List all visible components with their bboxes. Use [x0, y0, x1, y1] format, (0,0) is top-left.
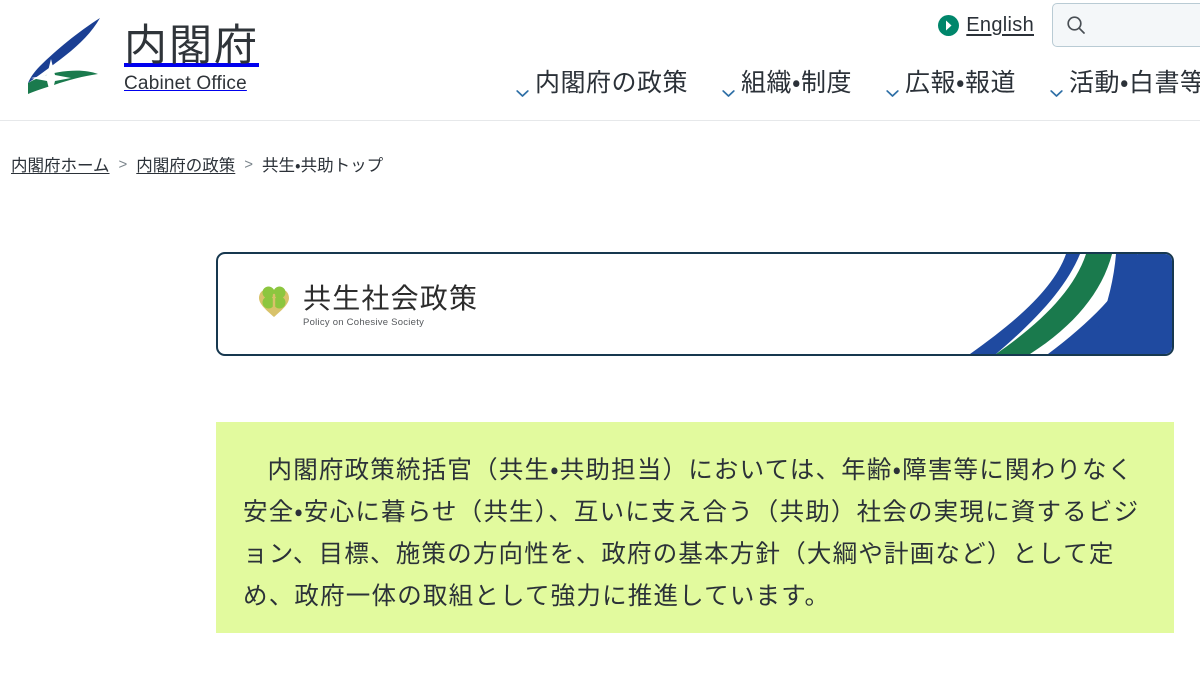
breadcrumb-separator: > [244, 155, 254, 173]
nav-item-organization[interactable]: 組織・制度 [722, 63, 852, 99]
brand-name-ja: 内閣府 [124, 21, 259, 70]
nav-item-label: 組織・制度 [741, 69, 853, 97]
brand-name-en: Cabinet Office [124, 72, 247, 94]
breadcrumb-item-home[interactable]: 内閣府ホーム [11, 152, 110, 176]
breadcrumb-item-current: 共生・共助トップ [262, 157, 384, 175]
lead-text-box: 内閣府政策統括官（共生・共助担当）においては、年齢・障害等に関わりなく安全・安心… [216, 422, 1174, 633]
nav-item-public-relations[interactable]: 広報・報道 [886, 63, 1016, 99]
nav-item-label: 広報・報道 [905, 69, 1017, 97]
banner-title-ja: 共生社会政策 [303, 283, 479, 314]
chevron-down-icon [722, 76, 735, 97]
chevron-down-icon [516, 76, 529, 97]
header-utility-bar: English [938, 3, 1200, 47]
banner-titles: 共生社会政策 Policy on Cohesive Society [303, 282, 478, 328]
breadcrumb-item-policies[interactable]: 内閣府の政策 [136, 152, 235, 176]
nav-item-policies[interactable]: 内閣府の政策 [516, 63, 688, 99]
chevron-down-icon [1050, 76, 1063, 97]
breadcrumb: 内閣府ホーム > 内閣府の政策 > 共生・共助トップ [11, 152, 383, 176]
chevron-down-icon [886, 76, 899, 97]
brand-text: 内閣府 Cabinet Office [124, 20, 259, 97]
nav-item-activities-whitepapers[interactable]: 活動・白書等 [1050, 63, 1200, 99]
english-language-link[interactable]: English [938, 14, 1034, 37]
site-logo-link[interactable]: 内閣府 Cabinet Office [18, 14, 259, 102]
site-header: 内閣府 Cabinet Office English 内閣府の政策 組織・制度 … [0, 0, 1200, 121]
circle-arrow-right-icon [938, 14, 960, 36]
page-root: 内閣府 Cabinet Office English 内閣府の政策 組織・制度 … [0, 0, 1200, 674]
cabinet-office-logo-icon [18, 14, 112, 102]
search-input[interactable] [1095, 16, 1200, 34]
banner-content: 共生社会政策 Policy on Cohesive Society [256, 282, 478, 328]
nav-item-label: 内閣府の政策 [535, 69, 689, 97]
global-navigation: 内閣府の政策 組織・制度 広報・報道 活動・白書等 [516, 63, 1200, 99]
english-link-label: English [966, 13, 1034, 36]
nav-item-label: 活動・白書等 [1069, 69, 1200, 97]
search-icon [1065, 14, 1087, 36]
ribbon-swoosh-graphic [962, 254, 1172, 354]
search-box[interactable] [1052, 3, 1200, 47]
page-banner: 共生社会政策 Policy on Cohesive Society [216, 252, 1174, 356]
breadcrumb-separator: > [118, 155, 128, 173]
banner-title-en: Policy on Cohesive Society [303, 317, 425, 329]
clover-heart-icon [256, 282, 292, 320]
lead-paragraph: 内閣府政策統括官（共生・共助担当）においては、年齢・障害等に関わりなく安全・安心… [243, 457, 1140, 611]
